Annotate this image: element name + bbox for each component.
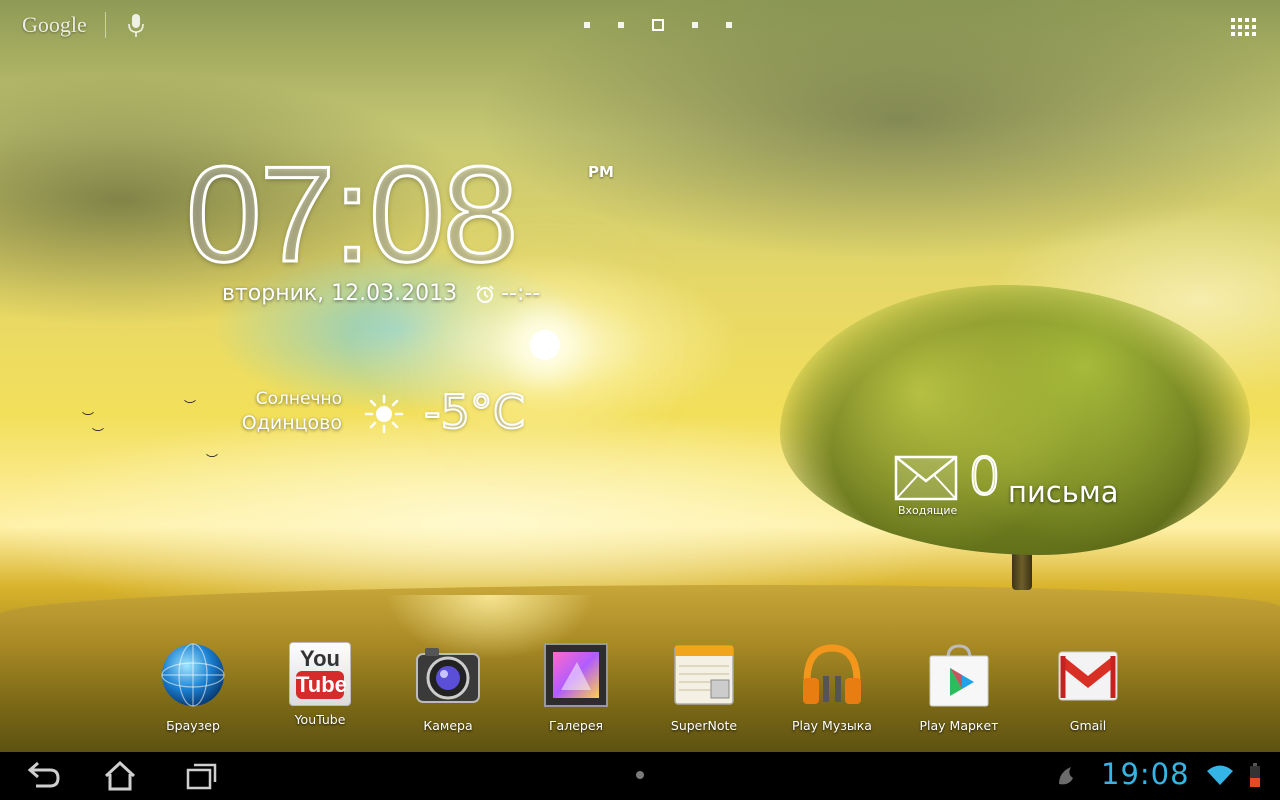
recent-apps-icon[interactable] [180, 760, 220, 792]
app-gmail[interactable]: Gmail [1033, 642, 1143, 733]
microphone-icon[interactable] [127, 12, 144, 38]
youtube-icon: You Tube [289, 642, 351, 706]
app-label: Галерея [548, 718, 604, 733]
globe-icon [161, 643, 225, 707]
headphones-icon [803, 644, 861, 704]
wifi-icon [1207, 765, 1233, 785]
app-youtube[interactable]: You Tube YouTube [265, 642, 375, 727]
app-play-music[interactable]: Play Музыка [777, 642, 887, 733]
app-label: Камера [423, 718, 473, 733]
page-dot [584, 22, 590, 28]
app-label: YouTube [294, 712, 346, 727]
page-dot-active [652, 19, 664, 31]
weather-temperature: -5°C [423, 384, 526, 440]
youtube-icon-text-bottom: Tube [296, 671, 347, 699]
clock-date: вторник, 12.03.2013 [222, 281, 458, 306]
app-browser[interactable]: Браузер [138, 642, 248, 733]
app-play-market[interactable]: Play Маркет [904, 642, 1014, 733]
app-label: SuperNote [670, 718, 738, 733]
launcher-dot [636, 771, 644, 779]
notebook-icon [674, 645, 734, 705]
google-logo[interactable]: Google [22, 12, 87, 38]
battery-icon [1250, 763, 1260, 787]
weather-city: Одинцово [241, 412, 342, 434]
bird-silhouette: ︶ [92, 427, 105, 441]
page-dot [692, 22, 698, 28]
all-apps-grid-icon[interactable] [1231, 18, 1257, 38]
alarm-clock-icon [476, 284, 494, 303]
bird-silhouette: ︶ [82, 411, 95, 425]
clock-time[interactable]: 07:08 [184, 145, 519, 284]
wallpaper-sun [530, 330, 560, 360]
home-icon[interactable] [100, 760, 140, 792]
alarm-time: --:-- [501, 281, 541, 306]
app-label: Play Маркет [919, 718, 999, 733]
gmail-envelope-icon [1058, 651, 1118, 701]
page-dot [618, 22, 624, 28]
search-divider [104, 12, 106, 38]
clock-ampm: PM [588, 163, 614, 181]
youtube-icon-text-top: You [300, 646, 340, 671]
asus-sync-icon [1059, 767, 1073, 785]
google-search-bar[interactable]: Google [22, 12, 144, 38]
app-label: Play Музыка [792, 718, 872, 733]
bird-silhouette: ︶ [184, 399, 197, 413]
camera-icon [416, 648, 480, 703]
wallpaper-tree-crown [780, 285, 1250, 555]
envelope-icon [894, 455, 958, 501]
weather-condition: Солнечно [255, 389, 342, 409]
shopping-bag-icon [929, 644, 989, 707]
home-page-indicator [570, 19, 746, 31]
app-gallery[interactable]: Галерея [521, 642, 631, 733]
status-bar-time[interactable]: 19:08 [1101, 757, 1190, 791]
wallpaper: ︶ ︶ ︶ ︶ [0, 0, 1280, 752]
bird-silhouette: ︶ [206, 453, 219, 467]
mail-label: письма [1008, 475, 1119, 509]
app-camera[interactable]: Камера [393, 642, 503, 733]
mail-count: 0 [967, 447, 1002, 507]
app-label: Браузер [166, 718, 220, 733]
page-dot [726, 22, 732, 28]
weather-info[interactable]: Солнечно Одинцово [230, 389, 342, 434]
gallery-icon [544, 643, 608, 707]
app-supernote[interactable]: SuperNote [649, 642, 759, 733]
clock-date-row[interactable]: вторник, 12.03.2013 --:-- [222, 281, 540, 306]
app-label: Gmail [1069, 718, 1107, 733]
back-icon[interactable] [22, 760, 62, 792]
mail-inbox-label: Входящие [898, 504, 958, 517]
sun-icon [364, 394, 404, 434]
